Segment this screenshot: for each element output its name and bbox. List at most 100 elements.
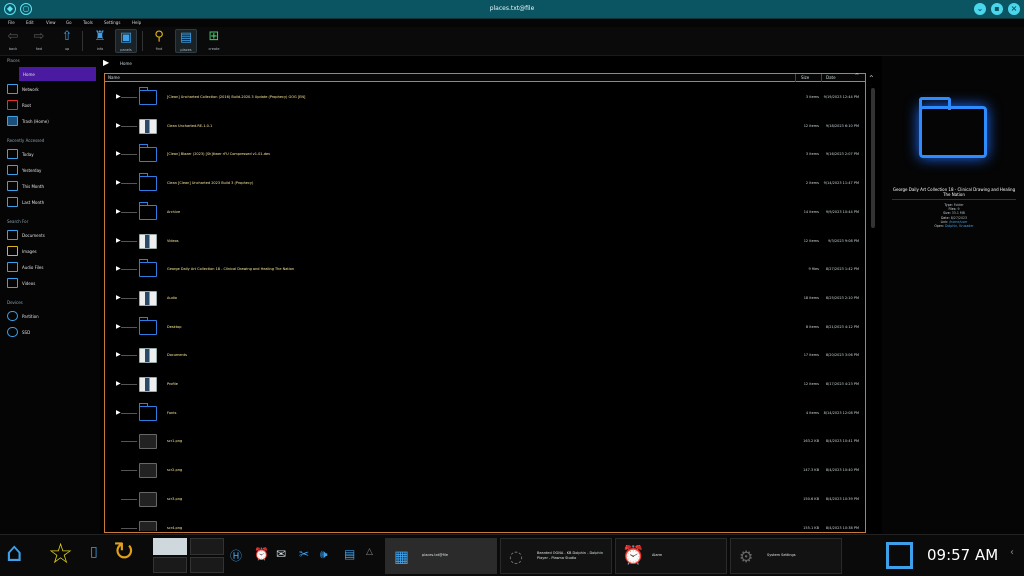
table-row[interactable]: ▶ Archive 14 items 9/9/2023 10:44 PM	[105, 198, 865, 227]
table-row[interactable]: scr2.png 147.3 KB 8/4/2023 10:40 PM	[105, 456, 865, 485]
table-row[interactable]: ▶ Clean Uncharted.RE-1.0.1 12 items 9/18/20…	[105, 112, 865, 141]
sidebar-item-trash[interactable]: Trash (Home)	[5, 114, 97, 128]
back-button[interactable]: ⇦ back	[2, 29, 24, 53]
table-row[interactable]: scr4.png 155.1 KB 8/4/2023 10:38 PM	[105, 514, 865, 531]
clipboard-icon[interactable]: ▤	[344, 547, 355, 561]
menu-go[interactable]: Go	[66, 20, 72, 25]
task-file-manager[interactable]: ▦ places.txt@file	[385, 538, 497, 574]
table-row[interactable]: ▶ Fonts 4 items 8/14/2023 12:08 PM	[105, 399, 865, 428]
folder-icon	[139, 173, 157, 192]
volume-icon[interactable]: 🕪	[320, 547, 328, 562]
expand-arrow-icon[interactable]: ▶	[116, 351, 121, 358]
places-button[interactable]: ▤ places	[175, 29, 197, 53]
panels-button[interactable]: ▣ panels	[115, 29, 137, 53]
sidebar-item-network[interactable]: Network	[5, 82, 97, 96]
updates-icon[interactable]: ↻	[113, 537, 135, 567]
info-button[interactable]: ♜ info	[89, 29, 111, 53]
table-row[interactable]: ▶ Documents 17 items 8/20/2023 3:06 PM	[105, 341, 865, 370]
forward-button[interactable]: ⇨ fwd	[28, 29, 50, 53]
expand-arrow-icon[interactable]: ▶	[116, 93, 121, 100]
meta-value[interactable]: Dolphin, Krusader	[945, 224, 974, 228]
table-row[interactable]: ▶ Clean [Clean] Uncharted 2023 Build 3 (P…	[105, 169, 865, 198]
create-button[interactable]: ⊞ create	[203, 29, 225, 53]
desktop-pager-3[interactable]	[153, 557, 187, 573]
chevron-right-icon[interactable]: ▶	[103, 58, 109, 67]
expand-arrow-icon[interactable]: ▶	[116, 380, 121, 387]
table-row[interactable]: ▶ Audio 18 items 8/25/2023 2:10 PM	[105, 284, 865, 313]
tray-arrow-icon[interactable]: ‹	[1010, 547, 1014, 558]
expand-arrow-icon[interactable]: ▶	[116, 208, 121, 215]
column-name[interactable]: Name	[108, 75, 120, 80]
menu-tools[interactable]: Tools	[83, 20, 93, 25]
sidebar-item-audio[interactable]: Audio Files	[5, 260, 97, 274]
table-row[interactable]: scr3.png 150.6 KB 8/4/2023 10:39 PM	[105, 485, 865, 514]
menu-edit[interactable]: Edit	[26, 20, 34, 25]
clock[interactable]: 09:57 AM	[927, 546, 998, 564]
sidebar-item-this-month[interactable]: This Month	[5, 179, 97, 193]
phone-icon[interactable]: ▯	[90, 544, 98, 560]
scissors-icon[interactable]: ✂	[299, 547, 309, 561]
expand-arrow-icon[interactable]: ▶	[116, 150, 121, 157]
table-row[interactable]: ▶ Profile 12 items 8/17/2023 4:23 PM	[105, 370, 865, 399]
sidebar-item-partition[interactable]: Partition	[5, 309, 97, 323]
expand-arrow-icon[interactable]: ▶	[116, 265, 121, 272]
task-system-settings[interactable]: ⚙ System Settings	[730, 538, 842, 574]
favorites-star-icon[interactable]: ☆	[48, 537, 73, 570]
sidebar-item-yesterday[interactable]: Yesterday	[5, 163, 97, 177]
alarm-clock-icon[interactable]: ⏰	[254, 547, 269, 561]
sidebar-item-home[interactable]: Home	[19, 67, 96, 81]
find-button[interactable]: ⚲ find	[148, 29, 170, 53]
toolbar-separator	[82, 31, 83, 51]
sidebar-item-today[interactable]: Today	[5, 147, 97, 161]
minimize-button[interactable]: ⌄	[974, 3, 986, 15]
menu-file[interactable]: File	[8, 20, 15, 25]
sort-ascending-icon[interactable]: ⌃	[854, 72, 860, 80]
hp-icon[interactable]: Ⓗ	[230, 547, 242, 564]
table-row[interactable]: ▶ [Clean] Uncharted Collection (2016) Bui…	[105, 83, 865, 112]
scroll-up-icon[interactable]: ⌃	[868, 74, 875, 83]
sidebar-item-ssd[interactable]: SSD	[5, 325, 97, 339]
sidebar-item-images[interactable]: Images	[5, 244, 97, 258]
expand-arrow-icon[interactable]: ▶	[116, 179, 121, 186]
column-divider[interactable]	[795, 74, 796, 82]
table-row[interactable]: scr1.png 163.2 KB 8/4/2023 10:41 PM	[105, 427, 865, 456]
column-divider[interactable]	[821, 74, 822, 82]
task-media[interactable]: ◌ Bearded OGNA - KB Dolphin - Dolphin Pl…	[500, 538, 612, 574]
desktop-pager-2[interactable]	[190, 538, 224, 555]
drive-icon	[7, 311, 18, 321]
menu-view[interactable]: View	[46, 20, 56, 25]
column-size[interactable]: Size	[801, 75, 809, 80]
calendar-icon	[7, 149, 18, 159]
table-row[interactable]: ▶ [Clean] Blazer (2023) [Sh]tiwer rFU Com…	[105, 140, 865, 169]
table-row[interactable]: ▶ Videos 12 items 9/3/2023 9:08 PM	[105, 227, 865, 256]
home-icon[interactable]: ⌂	[6, 538, 23, 568]
column-date[interactable]: Date	[826, 75, 836, 80]
table-row[interactable]: ▶ Desktop 8 items 8/21/2023 4:12 PM	[105, 313, 865, 342]
file-name: Profile	[167, 382, 178, 386]
menu-help[interactable]: Help	[132, 20, 141, 25]
menu-settings[interactable]: Settings	[104, 20, 120, 25]
breadcrumb-home[interactable]: Home	[120, 61, 132, 66]
expand-arrow-icon[interactable]: ▶	[116, 237, 121, 244]
sidebar-item-last-month[interactable]: Last Month	[5, 195, 97, 209]
vertical-scrollbar[interactable]: ⌃	[868, 74, 878, 534]
close-button[interactable]: ×	[1008, 3, 1020, 15]
desktop-pager-1[interactable]	[153, 538, 187, 555]
desktop-pager-4[interactable]	[190, 557, 224, 573]
table-row[interactable]: ▶ George Daily Art Collection 18 - Clinic…	[105, 255, 865, 284]
mail-icon[interactable]: ✉	[276, 547, 286, 561]
sidebar-item-documents[interactable]: Documents	[5, 228, 97, 242]
sidebar-item-root[interactable]: Root	[5, 98, 97, 112]
expand-arrow-icon[interactable]: ▶	[116, 122, 121, 129]
expand-arrow-icon[interactable]: ▶	[116, 294, 121, 301]
expand-arrow-icon[interactable]: ▶	[116, 323, 121, 330]
expand-arrow-icon[interactable]: ▶	[116, 409, 121, 416]
maximize-button[interactable]: ▪	[991, 3, 1003, 15]
scrollbar-thumb[interactable]	[871, 88, 875, 228]
up-button[interactable]: ⇧ up	[56, 29, 78, 53]
show-desktop-icon[interactable]	[886, 542, 913, 569]
expand-tray-icon[interactable]: △	[366, 547, 373, 557]
task-alarm[interactable]: ⏰ Alarm	[615, 538, 727, 574]
file-name: Desktop	[167, 324, 182, 329]
sidebar-item-videos[interactable]: Videos	[5, 276, 97, 290]
